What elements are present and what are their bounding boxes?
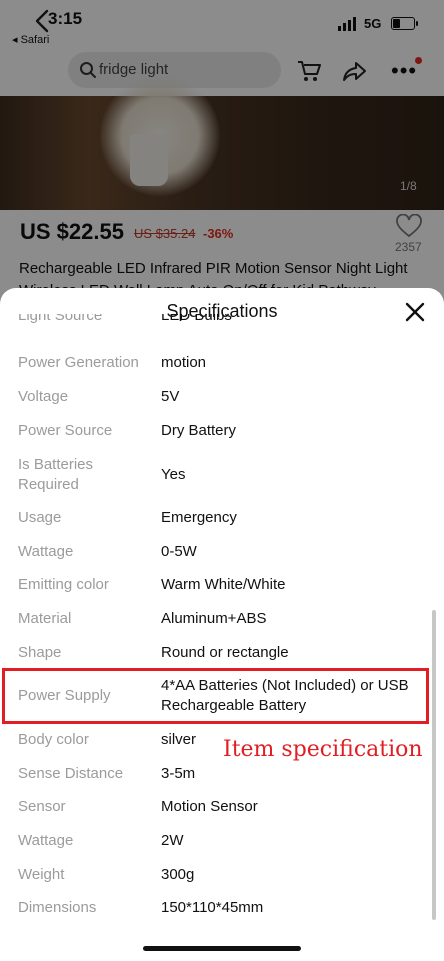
spec-label: Wattage [18, 832, 74, 849]
spec-label: Weight [18, 866, 65, 883]
annotation-label: Item specification [223, 737, 423, 762]
spec-value: Yes [161, 466, 186, 483]
spec-label: Body color [18, 731, 89, 748]
scrollbar[interactable] [432, 610, 436, 920]
spec-label: Is Batteries Required [18, 456, 94, 493]
specifications-sheet: Specifications Light Source LED Bulbs Powe… [0, 288, 444, 961]
spec-label: Wattage [18, 543, 74, 560]
spec-value: 0-5W [161, 543, 197, 560]
spec-value: 300g [161, 866, 195, 883]
spec-value: Emergency [161, 509, 237, 526]
spec-value: Aluminum+ABS [161, 610, 267, 627]
spec-value: Motion Sensor [161, 798, 258, 815]
spec-label: Usage [18, 509, 62, 526]
spec-label: Material [18, 610, 72, 627]
spec-value: LED Bulbs [161, 314, 232, 324]
spec-row: Light Source LED Bulbs [0, 314, 444, 324]
spec-value: Warm White/White [161, 576, 286, 593]
spec-label: Voltage [18, 388, 69, 405]
spec-value: Round or rectangle [161, 644, 289, 661]
spec-label: Power Source [18, 422, 113, 439]
spec-label: Light Source [18, 314, 103, 324]
home-indicator[interactable] [143, 946, 301, 951]
spec-label: Power Generation [18, 354, 139, 371]
spec-label: Sense Distance [18, 765, 124, 782]
spec-value: Dry Battery [161, 422, 237, 439]
spec-label: Shape [18, 644, 62, 661]
spec-value: 2W [161, 832, 184, 849]
spec-value: 150*110*45mm [161, 899, 264, 916]
spec-highlight-box [2, 668, 429, 724]
spec-label: Dimensions [18, 899, 97, 916]
spec-value: 3-5m [161, 765, 196, 782]
spec-value: 5V [161, 388, 180, 405]
spec-label: Sensor [18, 798, 66, 815]
spec-label: Emitting color [18, 576, 109, 593]
spec-value: motion [161, 354, 207, 371]
